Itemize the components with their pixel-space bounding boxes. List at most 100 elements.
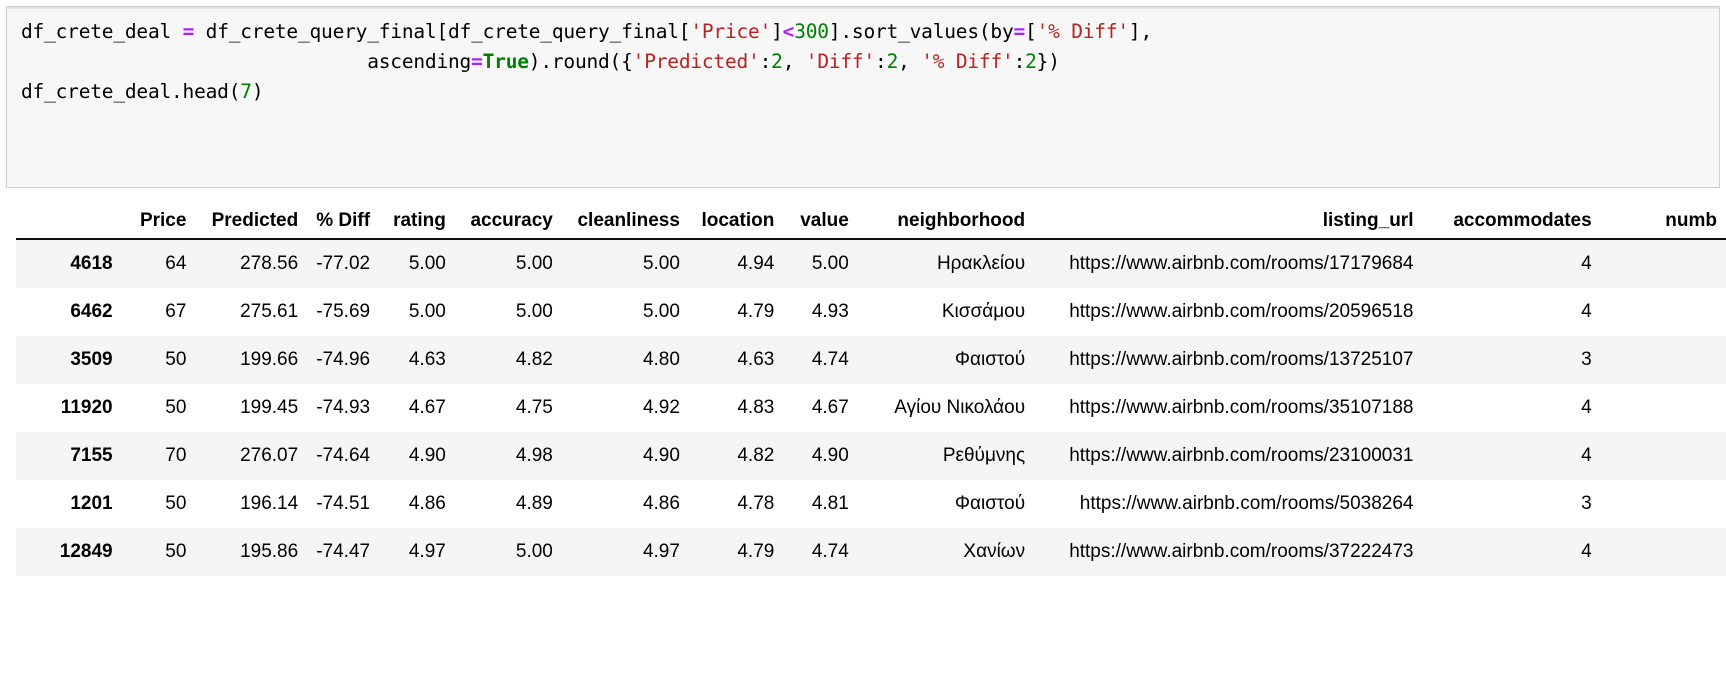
row-index: 1201 — [70, 493, 113, 514]
row-index: 6462 — [70, 301, 113, 322]
cell-price: 50 — [165, 397, 187, 418]
row-index: 11920 — [60, 397, 113, 418]
cell-listing_url[interactable]: https://www.airbnb.com/rooms/5038264 — [1034, 480, 1422, 528]
cell-location: 4.79 — [737, 541, 775, 562]
column-header-pct_diff: % Diff — [307, 210, 380, 240]
cell-predicted: 275.61 — [240, 301, 299, 322]
cell-listing_url[interactable]: https://www.airbnb.com/rooms/37222473 — [1034, 528, 1422, 576]
cell-accuracy: 5.00 — [515, 301, 553, 322]
cell-pct_diff: -77.02 — [316, 253, 371, 274]
cell-price: 50 — [165, 493, 187, 514]
code-token: 2 — [886, 50, 899, 73]
table-row: 6462 67 275.61 -75.69 5.00 5.00 5.00 4.79 4.93 Κι… — [16, 288, 1726, 336]
cell-neighborhood: Ηρακλείου — [936, 253, 1026, 274]
cell-price: 67 — [165, 301, 187, 322]
row-index: 3509 — [70, 349, 113, 370]
cell-listing_url[interactable]: https://www.airbnb.com/rooms/35107188 — [1034, 384, 1422, 432]
code-cell[interactable]: df_crete_deal = df_crete_query_final[df_… — [6, 6, 1720, 188]
code-token: = — [471, 50, 483, 73]
code-token: df_crete_query_final[df_crete_query_fina… — [194, 20, 691, 43]
cell-accuracy: 5.00 — [515, 541, 553, 562]
code-token: 'Price' — [690, 20, 772, 43]
code-token: ) — [251, 80, 264, 103]
cell-pct_diff: -74.96 — [316, 349, 371, 370]
cell-neighborhood: Φαιστού — [954, 349, 1026, 370]
cell-cleanliness: 5.00 — [642, 301, 680, 322]
column-header-number: numb — [1600, 210, 1726, 240]
cell-price: 70 — [165, 445, 187, 466]
cell-cleanliness: 4.97 — [642, 541, 680, 562]
cell-accommodates: 4 — [1581, 397, 1592, 418]
cell-number — [1601, 239, 1726, 288]
cell-listing_url[interactable]: https://www.airbnb.com/rooms/20596518 — [1034, 288, 1422, 336]
row-index: 12849 — [59, 541, 113, 562]
cell-listing_url[interactable]: https://www.airbnb.com/rooms/17179684 — [1034, 239, 1422, 288]
code-token: ascending — [21, 50, 472, 73]
table-row: 1201 50 196.14 -74.51 4.86 4.89 4.86 4.78 4.81 Φα… — [16, 480, 1726, 528]
cell-location: 4.83 — [737, 397, 775, 418]
cell-predicted: 278.56 — [240, 253, 299, 274]
cell-rating: 5.00 — [408, 253, 446, 274]
cell-predicted: 199.45 — [240, 397, 299, 418]
cell-location: 4.82 — [737, 445, 775, 466]
column-header-location: location — [688, 210, 784, 240]
code-line: df_crete_deal.head(7) — [21, 77, 1705, 107]
row-index: 7155 — [70, 445, 113, 466]
column-header-price: Price — [121, 210, 196, 240]
cell-neighborhood: Φαιστού — [954, 493, 1026, 514]
code-token: 'Diff' — [805, 50, 876, 73]
cell-neighborhood: Ρεθύμνης — [942, 445, 1026, 466]
column-header-rating: rating — [379, 210, 455, 240]
cell-accuracy: 4.98 — [515, 445, 553, 466]
cell-cleanliness: 5.00 — [642, 253, 680, 274]
cell-neighborhood: Κισσάμου — [941, 301, 1026, 322]
cell-predicted: 276.07 — [240, 445, 299, 466]
code-token: }) — [1036, 50, 1060, 73]
cell-pct_diff: -74.93 — [316, 397, 371, 418]
column-header-cleanliness: cleanliness — [561, 210, 689, 240]
cell-accommodates: 4 — [1581, 301, 1592, 322]
code-token: < — [782, 20, 795, 43]
cell-rating: 4.63 — [408, 349, 446, 370]
cell-cleanliness: 4.80 — [642, 349, 680, 370]
cell-cleanliness: 4.90 — [642, 445, 680, 466]
cell-value: 4.74 — [811, 541, 849, 562]
table-header: Price Predicted% Diff rating accuracy cleanl… — [16, 210, 1726, 240]
cell-location: 4.63 — [737, 349, 775, 370]
code-token: , — [782, 50, 806, 73]
column-header-predicted: Predicted — [195, 210, 308, 240]
cell-listing_url[interactable]: https://www.airbnb.com/rooms/13725107 — [1034, 336, 1422, 384]
code-token: 7 — [240, 80, 252, 103]
code-token: 'Predicted' — [632, 50, 760, 73]
column-header-accuracy: accuracy — [454, 210, 562, 240]
code-token: = — [1013, 20, 1026, 43]
code-token: ).round({ — [528, 50, 633, 73]
cell-rating: 4.97 — [408, 541, 446, 562]
cell-number — [1601, 480, 1726, 528]
code-token: ], — [1128, 20, 1152, 43]
table-body: 4618 64 278.56 -77.02 5.00 5.00 5.00 4.94 5.00 Ηρ… — [16, 239, 1726, 576]
cell-accuracy: 5.00 — [515, 253, 553, 274]
table-row: 7155 70 276.07 -74.64 4.90 4.98 4.90 4.82 4.90 Ρε… — [16, 432, 1726, 480]
index-column-header — [16, 210, 122, 240]
cell-value: 4.74 — [811, 349, 849, 370]
cell-value: 4.81 — [811, 493, 849, 514]
table-row: 3509 50 199.66 -74.96 4.63 4.82 4.80 4.63 4.74 Φα… — [16, 336, 1726, 384]
cell-predicted: 196.14 — [240, 493, 299, 514]
cell-pct_diff: -74.64 — [316, 445, 371, 466]
code-token: 300 — [794, 20, 829, 43]
cell-predicted: 195.86 — [240, 541, 299, 562]
code-token: = — [182, 20, 195, 43]
dataframe-output: Price Predicted% Diff rating accuracy cleanl… — [0, 210, 1726, 576]
cell-value: 4.90 — [811, 445, 849, 466]
code-token: ].sort_values(by — [828, 20, 1014, 43]
cell-location: 4.79 — [737, 301, 775, 322]
code-token: : — [1013, 50, 1026, 73]
cell-accommodates: 3 — [1581, 349, 1592, 370]
cell-listing_url[interactable]: https://www.airbnb.com/rooms/23100031 — [1034, 432, 1422, 480]
cell-value: 5.00 — [811, 253, 849, 274]
cell-accommodates: 4 — [1581, 541, 1592, 562]
code-token: '% Diff' — [921, 50, 1014, 73]
cell-accommodates: 4 — [1581, 445, 1592, 466]
dataframe-table: Price Predicted% Diff rating accuracy cleanl… — [16, 210, 1726, 576]
